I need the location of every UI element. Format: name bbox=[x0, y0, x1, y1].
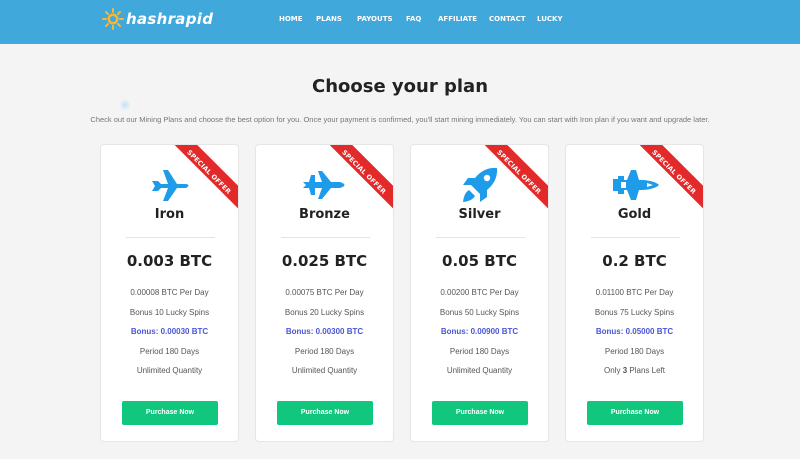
period: Period 180 Days bbox=[139, 347, 200, 356]
rocket-icon bbox=[411, 163, 548, 207]
page-subtitle: Check out our Mining Plans and choose th… bbox=[90, 115, 710, 124]
lucky-spins: Bonus 20 Lucky Spins bbox=[284, 308, 365, 317]
period: Period 180 Days bbox=[294, 347, 355, 356]
plan-card-silver: SPECIAL OFFER Silver 0.05 BTC 0.00200 BT… bbox=[410, 144, 549, 442]
nav-payouts[interactable]: PAYOUTS bbox=[357, 15, 393, 23]
nav-faq[interactable]: FAQ bbox=[406, 15, 421, 23]
plan-name: Gold bbox=[617, 207, 652, 222]
per-day-rate: 0.00200 BTC Per Day bbox=[440, 288, 519, 297]
lucky-spins: Bonus 50 Lucky Spins bbox=[439, 308, 520, 317]
plan-name: Silver bbox=[458, 207, 501, 222]
purchase-now-button[interactable]: Purchase Now bbox=[122, 401, 218, 425]
per-day-rate: 0.01100 BTC Per Day bbox=[595, 288, 674, 297]
plan-price: 0.2 BTC bbox=[602, 252, 667, 270]
period: Period 180 Days bbox=[449, 347, 510, 356]
purchase-now-button[interactable]: Purchase Now bbox=[587, 401, 683, 425]
bonus-amount: Bonus: 0.00300 BTC bbox=[285, 327, 364, 336]
main-nav: HOME PLANS PAYOUTS FAQ AFFILIATE CONTACT… bbox=[0, 15, 800, 29]
nav-plans[interactable]: PLANS bbox=[316, 15, 342, 23]
divider bbox=[436, 237, 525, 238]
plan-card-gold: SPECIAL OFFER Gold 0.2 BTC 0.01100 BTC P… bbox=[565, 144, 704, 442]
bonus-amount: Bonus: 0.00900 BTC bbox=[440, 327, 519, 336]
purchase-now-button[interactable]: Purchase Now bbox=[432, 401, 528, 425]
period: Period 180 Days bbox=[604, 347, 665, 356]
lucky-spins: Bonus 75 Lucky Spins bbox=[594, 308, 675, 317]
plan-price: 0.025 BTC bbox=[281, 252, 368, 270]
nav-home[interactable]: HOME bbox=[279, 15, 303, 23]
quantity: Only 3 Plans Left bbox=[604, 366, 665, 375]
purchase-now-button[interactable]: Purchase Now bbox=[277, 401, 373, 425]
nav-contact[interactable]: CONTACT bbox=[489, 15, 526, 23]
fighter-jet-icon bbox=[256, 163, 393, 207]
nav-lucky[interactable]: LUCKY bbox=[537, 15, 563, 23]
plan-name: Iron bbox=[154, 207, 185, 222]
space-shuttle-icon bbox=[566, 163, 703, 207]
quantity: Unlimited Quantity bbox=[291, 366, 358, 375]
divider bbox=[591, 237, 680, 238]
top-header: hashrapid HOME PLANS PAYOUTS FAQ AFFILIA… bbox=[0, 0, 800, 44]
plan-card-bronze: SPECIAL OFFER Bronze 0.025 BTC 0.00075 B… bbox=[255, 144, 394, 442]
plan-price: 0.003 BTC bbox=[126, 252, 213, 270]
airplane-icon bbox=[101, 163, 238, 207]
page-title: Choose your plan bbox=[311, 76, 489, 97]
bonus-amount: Bonus: 0.05000 BTC bbox=[595, 327, 674, 336]
decorative-glow bbox=[119, 99, 131, 111]
per-day-rate: 0.00008 BTC Per Day bbox=[130, 288, 209, 297]
lucky-spins: Bonus 10 Lucky Spins bbox=[129, 308, 210, 317]
plan-name: Bronze bbox=[299, 207, 350, 222]
plan-price: 0.05 BTC bbox=[442, 252, 517, 270]
quantity: Unlimited Quantity bbox=[136, 366, 203, 375]
bonus-amount: Bonus: 0.00030 BTC bbox=[130, 327, 209, 336]
divider bbox=[126, 237, 215, 238]
plan-card-iron: SPECIAL OFFER Iron 0.003 BTC 0.00008 BTC… bbox=[100, 144, 239, 442]
nav-affiliate[interactable]: AFFILIATE bbox=[438, 15, 477, 23]
quantity: Unlimited Quantity bbox=[446, 366, 513, 375]
per-day-rate: 0.00075 BTC Per Day bbox=[285, 288, 364, 297]
divider bbox=[281, 237, 370, 238]
